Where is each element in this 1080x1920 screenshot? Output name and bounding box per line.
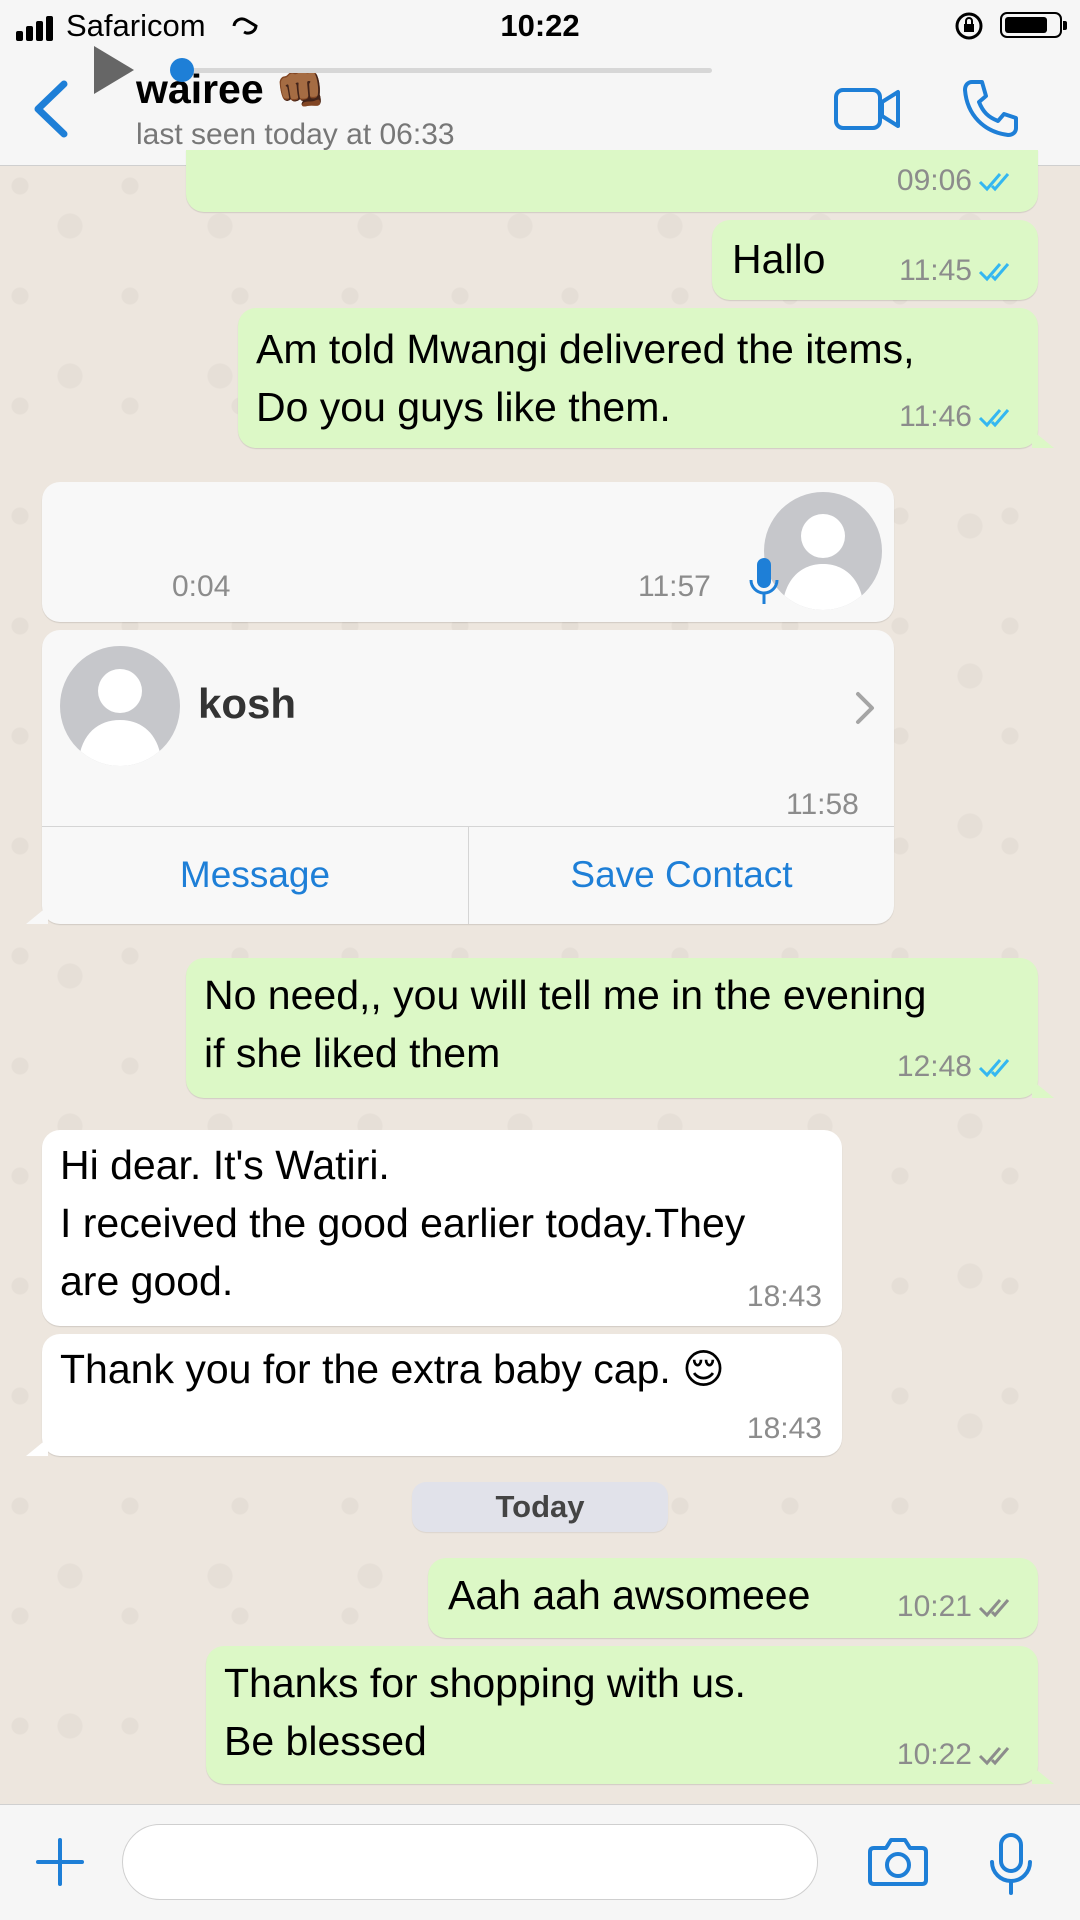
microphone-icon: [749, 558, 779, 604]
message-bubble-outgoing[interactable]: Am told Mwangi delivered the items, Do y…: [238, 308, 1054, 448]
last-seen-status[interactable]: last seen today at 06:33: [136, 118, 455, 152]
message-text: Thanks for shopping with us. Be blessed: [224, 1660, 746, 1764]
back-chevron-icon[interactable]: [26, 74, 76, 144]
message-text: No need,, you will tell me in the evenin…: [204, 972, 927, 1076]
rotation-lock-icon: [955, 12, 983, 40]
message-time: 18:43: [746, 1280, 822, 1313]
double-check-icon: [978, 263, 1010, 282]
save-contact-button[interactable]: Save Contact: [469, 826, 894, 924]
voice-progress-knob[interactable]: [170, 58, 194, 82]
message-text: Aah aah awsomeee: [448, 1572, 811, 1618]
message-time: 11:58: [786, 788, 859, 821]
camera-icon[interactable]: [868, 1836, 928, 1888]
plus-icon[interactable]: [36, 1838, 84, 1886]
message-text: Hi dear. It's Watiri. I received the goo…: [60, 1142, 746, 1304]
double-check-icon: [978, 1059, 1010, 1078]
message-text: Am told Mwangi delivered the items, Do y…: [256, 326, 915, 430]
message-bubble-incoming[interactable]: Thank you for the extra baby cap. 😌 18:4…: [26, 1334, 842, 1456]
battery-icon: [1000, 12, 1067, 38]
avatar[interactable]: [764, 492, 882, 610]
message-time: 09:06: [896, 164, 972, 197]
avatar[interactable]: [60, 646, 180, 766]
date-separator: Today: [412, 1482, 668, 1532]
chevron-right-icon[interactable]: [854, 690, 878, 726]
message-bubble-outgoing[interactable]: 09:06: [186, 150, 1038, 212]
play-icon[interactable]: [92, 44, 136, 96]
double-check-icon: [978, 173, 1010, 192]
video-call-icon[interactable]: [832, 82, 902, 136]
message-input[interactable]: [122, 1824, 818, 1900]
message-bubble-outgoing[interactable]: Thanks for shopping with us. Be blessed …: [206, 1646, 1054, 1784]
message-time: 11:46: [899, 400, 972, 433]
voice-duration: 0:04: [172, 570, 231, 603]
message-contact-button[interactable]: Message: [42, 826, 468, 924]
message-text: Hallo: [732, 236, 826, 282]
double-check-icon: [978, 1747, 1010, 1766]
message-time: 11:45: [899, 254, 972, 287]
double-check-icon: [978, 1599, 1010, 1618]
contact-name[interactable]: wairee 👊🏾: [136, 66, 326, 114]
contact-card-name[interactable]: kosh: [198, 680, 296, 728]
phone-icon[interactable]: [958, 76, 1022, 140]
message-bubble-incoming[interactable]: Hi dear. It's Watiri. I received the goo…: [42, 1130, 842, 1326]
message-bubble-outgoing[interactable]: Aah aah awsomeee 10:21: [428, 1558, 1038, 1638]
message-time: 12:48: [896, 1050, 972, 1083]
message-time: 18:43: [746, 1412, 822, 1445]
status-bar: Safaricom 10:22: [0, 0, 1080, 52]
message-time: 10:22: [896, 1738, 972, 1771]
message-time: 10:21: [896, 1590, 972, 1623]
voice-progress-track[interactable]: [180, 68, 712, 73]
message-text: Thank you for the extra baby cap. 😌: [60, 1346, 725, 1392]
message-bubble-outgoing[interactable]: No need,, you will tell me in the evenin…: [186, 958, 1054, 1098]
double-check-icon: [978, 409, 1010, 428]
clock: 10:22: [500, 8, 580, 43]
message-time: 11:57: [638, 570, 711, 603]
microphone-icon[interactable]: [988, 1832, 1034, 1896]
message-bubble-outgoing[interactable]: Hallo 11:45: [712, 220, 1038, 300]
